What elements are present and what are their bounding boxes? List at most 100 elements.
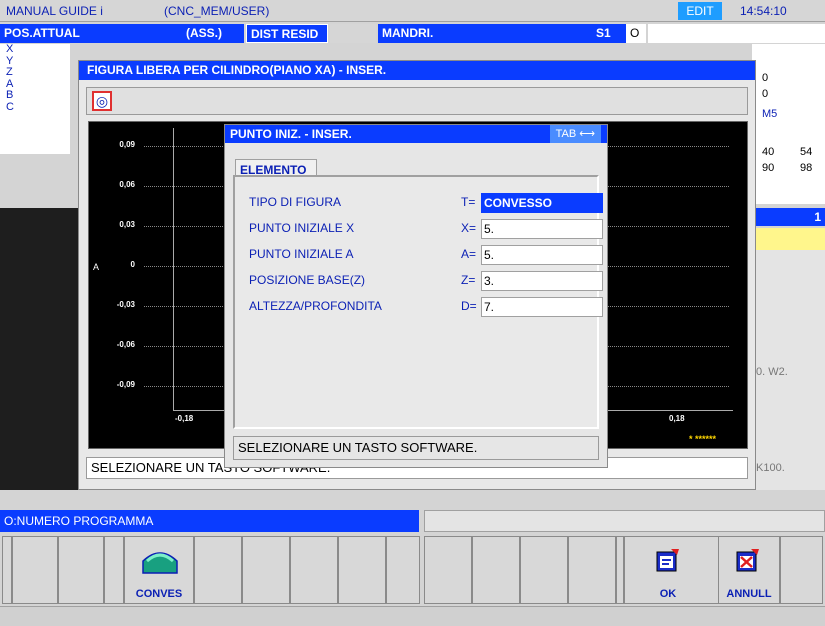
field-row-base-z: POSIZIONE BASE(Z) Z= 3. bbox=[249, 271, 603, 291]
base-z-letter: Z= bbox=[461, 273, 476, 287]
dialog-title: FIGURA LIBERA PER CILINDRO(PIANO XA) - I… bbox=[79, 61, 755, 80]
axis-label-a: A bbox=[93, 262, 100, 272]
spindle-value: O bbox=[626, 24, 646, 43]
mode-badge: EDIT bbox=[678, 2, 722, 20]
ok-icon bbox=[656, 549, 679, 572]
ok-label: OK bbox=[659, 588, 677, 600]
start-a-label: PUNTO INIZIALE A bbox=[249, 247, 354, 261]
position-mode: (ASS.) bbox=[186, 26, 222, 40]
start-point-dialog: PUNTO INIZ. - INSER. TAB ⟷ ELEMENTO TIPO… bbox=[224, 124, 608, 468]
base-z-field[interactable]: 3. bbox=[481, 271, 603, 291]
y-tick-label: 0,06 bbox=[119, 180, 135, 189]
clock: 14:54:10 bbox=[740, 4, 787, 18]
k100-text: K100. bbox=[756, 462, 785, 474]
right-lower-panel: 0. W2. K100. bbox=[752, 250, 825, 490]
y-axis-line bbox=[173, 128, 174, 410]
axis-c: C bbox=[6, 100, 14, 113]
y-tick-label: 0,03 bbox=[119, 220, 135, 229]
inner-dialog-status: SELEZIONARE UN TASTO SOFTWARE. bbox=[233, 436, 599, 460]
program-bar-right bbox=[424, 510, 825, 532]
softkey-8[interactable] bbox=[386, 536, 420, 604]
m-code: M5 bbox=[762, 108, 778, 120]
softkey-7[interactable] bbox=[338, 536, 386, 604]
right-value-4: 54 bbox=[800, 146, 813, 158]
program-path: (CNC_MEM/USER) bbox=[164, 4, 270, 18]
distance-header: DIST RESID bbox=[246, 24, 328, 43]
cancel-icon bbox=[736, 549, 759, 572]
softkey-left-return[interactable] bbox=[2, 536, 12, 604]
softkey-4[interactable] bbox=[194, 536, 242, 604]
app-title: MANUAL GUIDE i bbox=[6, 4, 103, 18]
x-tick-left: -0,18 bbox=[175, 414, 194, 423]
field-row-start-x: PUNTO INIZIALE X X= 5. bbox=[249, 219, 603, 239]
background-graph-left bbox=[0, 208, 78, 490]
position-header: POS.ATTUAL (ASS.) bbox=[0, 24, 244, 43]
right-value-3: 40 bbox=[762, 146, 775, 158]
right-values-panel: 0 0 M5 40 54 90 98 bbox=[752, 44, 825, 204]
base-z-label: POSIZIONE BASE(Z) bbox=[249, 273, 366, 287]
program-number-bar: O:NUMERO PROGRAMMA bbox=[0, 510, 419, 532]
conves-label: CONVES bbox=[135, 588, 183, 600]
target-icon[interactable]: ◎ bbox=[92, 91, 112, 111]
softkey-1[interactable] bbox=[12, 536, 58, 604]
axis-x: X bbox=[6, 43, 14, 55]
start-x-letter: X= bbox=[461, 221, 477, 235]
dialog-toolbar: ◎ bbox=[86, 87, 748, 115]
height-depth-letter: D= bbox=[461, 299, 477, 313]
right-value-1: 0 bbox=[762, 72, 769, 84]
softkey-10[interactable] bbox=[472, 536, 520, 604]
header-spacer bbox=[330, 24, 376, 43]
softkey-9[interactable] bbox=[424, 536, 472, 604]
start-x-label: PUNTO INIZIALE X bbox=[249, 221, 355, 235]
right-value-2: 0 bbox=[762, 88, 769, 100]
convex-shape-icon bbox=[142, 552, 178, 574]
conves-softkey[interactable]: CONVES bbox=[124, 536, 194, 604]
softkey-next[interactable] bbox=[780, 536, 823, 604]
annull-softkey[interactable]: ANNULL bbox=[718, 536, 780, 604]
field-row-figure-type: TIPO DI FIGURA T= CONVESSO bbox=[249, 193, 603, 213]
y-tick-label: -0,06 bbox=[116, 340, 135, 349]
header-fill bbox=[648, 24, 825, 43]
right-value-5: 90 bbox=[762, 162, 775, 174]
softkey-12[interactable] bbox=[568, 536, 616, 604]
height-depth-label: ALTEZZA/PROFONDITA bbox=[249, 299, 382, 313]
softkey-spacer bbox=[104, 536, 124, 604]
spindle-id: S1 bbox=[596, 26, 611, 40]
start-a-letter: A= bbox=[461, 247, 477, 261]
softkey-6[interactable] bbox=[290, 536, 338, 604]
right-counter: 1 bbox=[752, 208, 825, 226]
figure-type-field[interactable]: CONVESSO bbox=[481, 193, 603, 213]
y-tick-label: 0,09 bbox=[119, 140, 135, 149]
softkey-spacer-2 bbox=[616, 536, 624, 604]
y-tick-label: -0,03 bbox=[116, 300, 135, 309]
field-row-height-depth: ALTEZZA/PROFONDITA D= 7. bbox=[249, 297, 603, 317]
annull-label: ANNULL bbox=[726, 588, 772, 600]
spindle-label: MANDRI. bbox=[382, 26, 434, 40]
softkey-bar: CONVES OK ANNULL bbox=[0, 536, 825, 604]
ok-softkey[interactable]: OK bbox=[624, 536, 724, 604]
fields-panel: TIPO DI FIGURA T= CONVESSO PUNTO INIZIAL… bbox=[233, 175, 603, 429]
softkey-11[interactable] bbox=[520, 536, 568, 604]
spindle-header: MANDRI. S1 bbox=[378, 24, 626, 43]
position-label: POS.ATTUAL bbox=[4, 26, 80, 40]
figure-type-label: TIPO DI FIGURA bbox=[249, 195, 342, 209]
height-depth-field[interactable]: 7. bbox=[481, 297, 603, 317]
highlight-row bbox=[752, 228, 825, 250]
x-tick-right: 0,18 bbox=[669, 414, 685, 423]
bottom-strip bbox=[0, 606, 825, 626]
axis-list: X Y Z A B C bbox=[0, 43, 70, 154]
axis-z: Z bbox=[6, 66, 13, 78]
axis-b: B bbox=[6, 89, 14, 101]
start-a-field[interactable]: 5. bbox=[481, 245, 603, 265]
right-value-6: 98 bbox=[800, 162, 813, 174]
softkey-2[interactable] bbox=[58, 536, 104, 604]
y-tick-label: 0 bbox=[130, 260, 135, 269]
coordinate-marker: * ****** bbox=[689, 434, 717, 444]
start-x-field[interactable]: 5. bbox=[481, 219, 603, 239]
figure-type-letter: T= bbox=[461, 195, 476, 209]
w2-text: 0. W2. bbox=[756, 366, 788, 378]
status-bar: MANUAL GUIDE i (CNC_MEM/USER) EDIT 14:54… bbox=[0, 0, 825, 22]
softkey-5[interactable] bbox=[242, 536, 290, 604]
y-tick-label: -0,09 bbox=[116, 380, 135, 389]
field-row-start-a: PUNTO INIZIALE A A= 5. bbox=[249, 245, 603, 265]
